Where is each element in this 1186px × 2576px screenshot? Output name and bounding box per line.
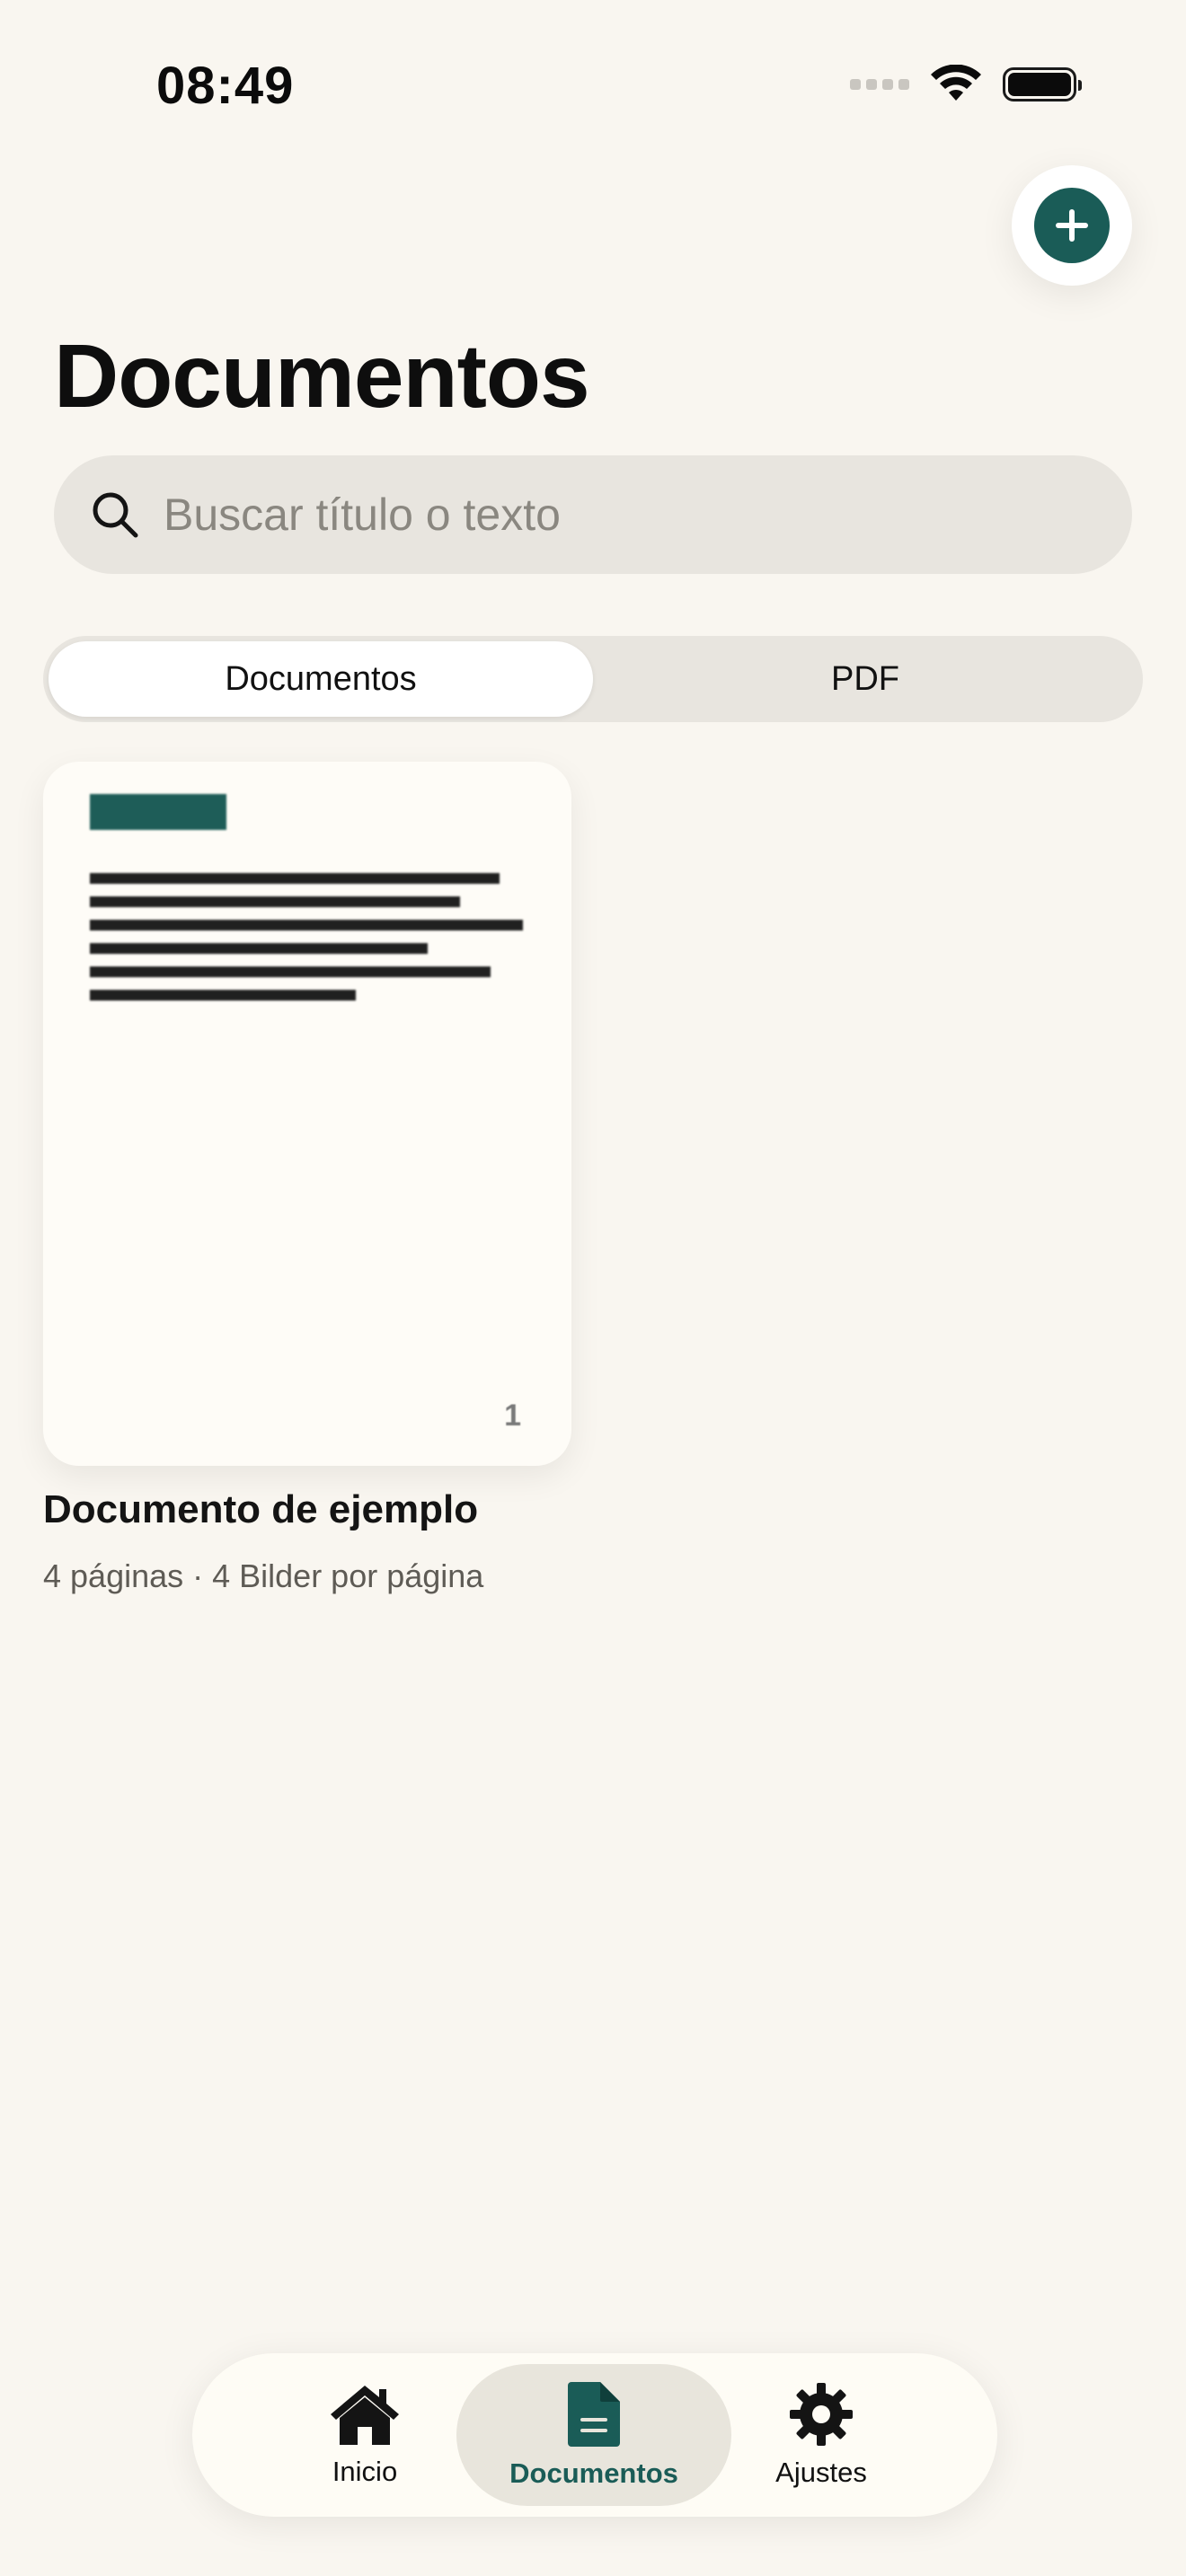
thumbnail-page-number: 1 — [504, 1398, 521, 1433]
status-time: 08:49 — [156, 57, 295, 115]
thumbnail-text-line — [90, 990, 356, 1001]
thumbnail-text-line — [90, 943, 428, 954]
segment-pdf[interactable]: PDF — [593, 641, 1137, 717]
thumbnail-text-line — [90, 966, 491, 977]
page-title: Documentos — [54, 326, 590, 427]
tab-inicio[interactable]: Inicio — [275, 2364, 455, 2506]
document-title[interactable]: Documento de ejemplo — [43, 1487, 478, 1532]
tab-ajustes[interactable]: Ajustes — [731, 2364, 911, 2506]
thumbnail-text-line — [90, 896, 460, 907]
thumbnail-text-line — [90, 873, 500, 884]
tab-documentos[interactable]: Documentos — [456, 2364, 731, 2506]
document-meta: 4 páginas · 4 Bilder por página — [43, 1557, 484, 1594]
thumbnail-text-line — [90, 920, 523, 931]
home-icon — [331, 2386, 399, 2445]
segment-documentos[interactable]: Documentos — [49, 641, 593, 717]
bottom-tab-bar: Inicio Documentos Ajustes — [192, 2353, 997, 2517]
view-segmented-control: Documentos PDF — [43, 636, 1143, 722]
tab-label: Inicio — [332, 2456, 398, 2487]
document-icon — [568, 2382, 620, 2447]
search-input[interactable] — [162, 488, 1064, 542]
plus-icon — [1034, 188, 1110, 263]
search-bar[interactable] — [54, 455, 1132, 574]
battery-icon — [1003, 67, 1082, 101]
gear-icon — [790, 2383, 853, 2446]
tab-label: Documentos — [509, 2457, 678, 2489]
document-card[interactable]: 1 — [43, 762, 571, 1466]
thumbnail-header-bar — [90, 794, 226, 830]
search-icon — [93, 492, 138, 538]
cellular-signal-icon — [850, 79, 909, 90]
add-document-button[interactable] — [1012, 165, 1132, 286]
wifi-icon — [931, 65, 981, 101]
status-icons — [850, 65, 1082, 104]
tab-label: Ajustes — [775, 2457, 867, 2488]
